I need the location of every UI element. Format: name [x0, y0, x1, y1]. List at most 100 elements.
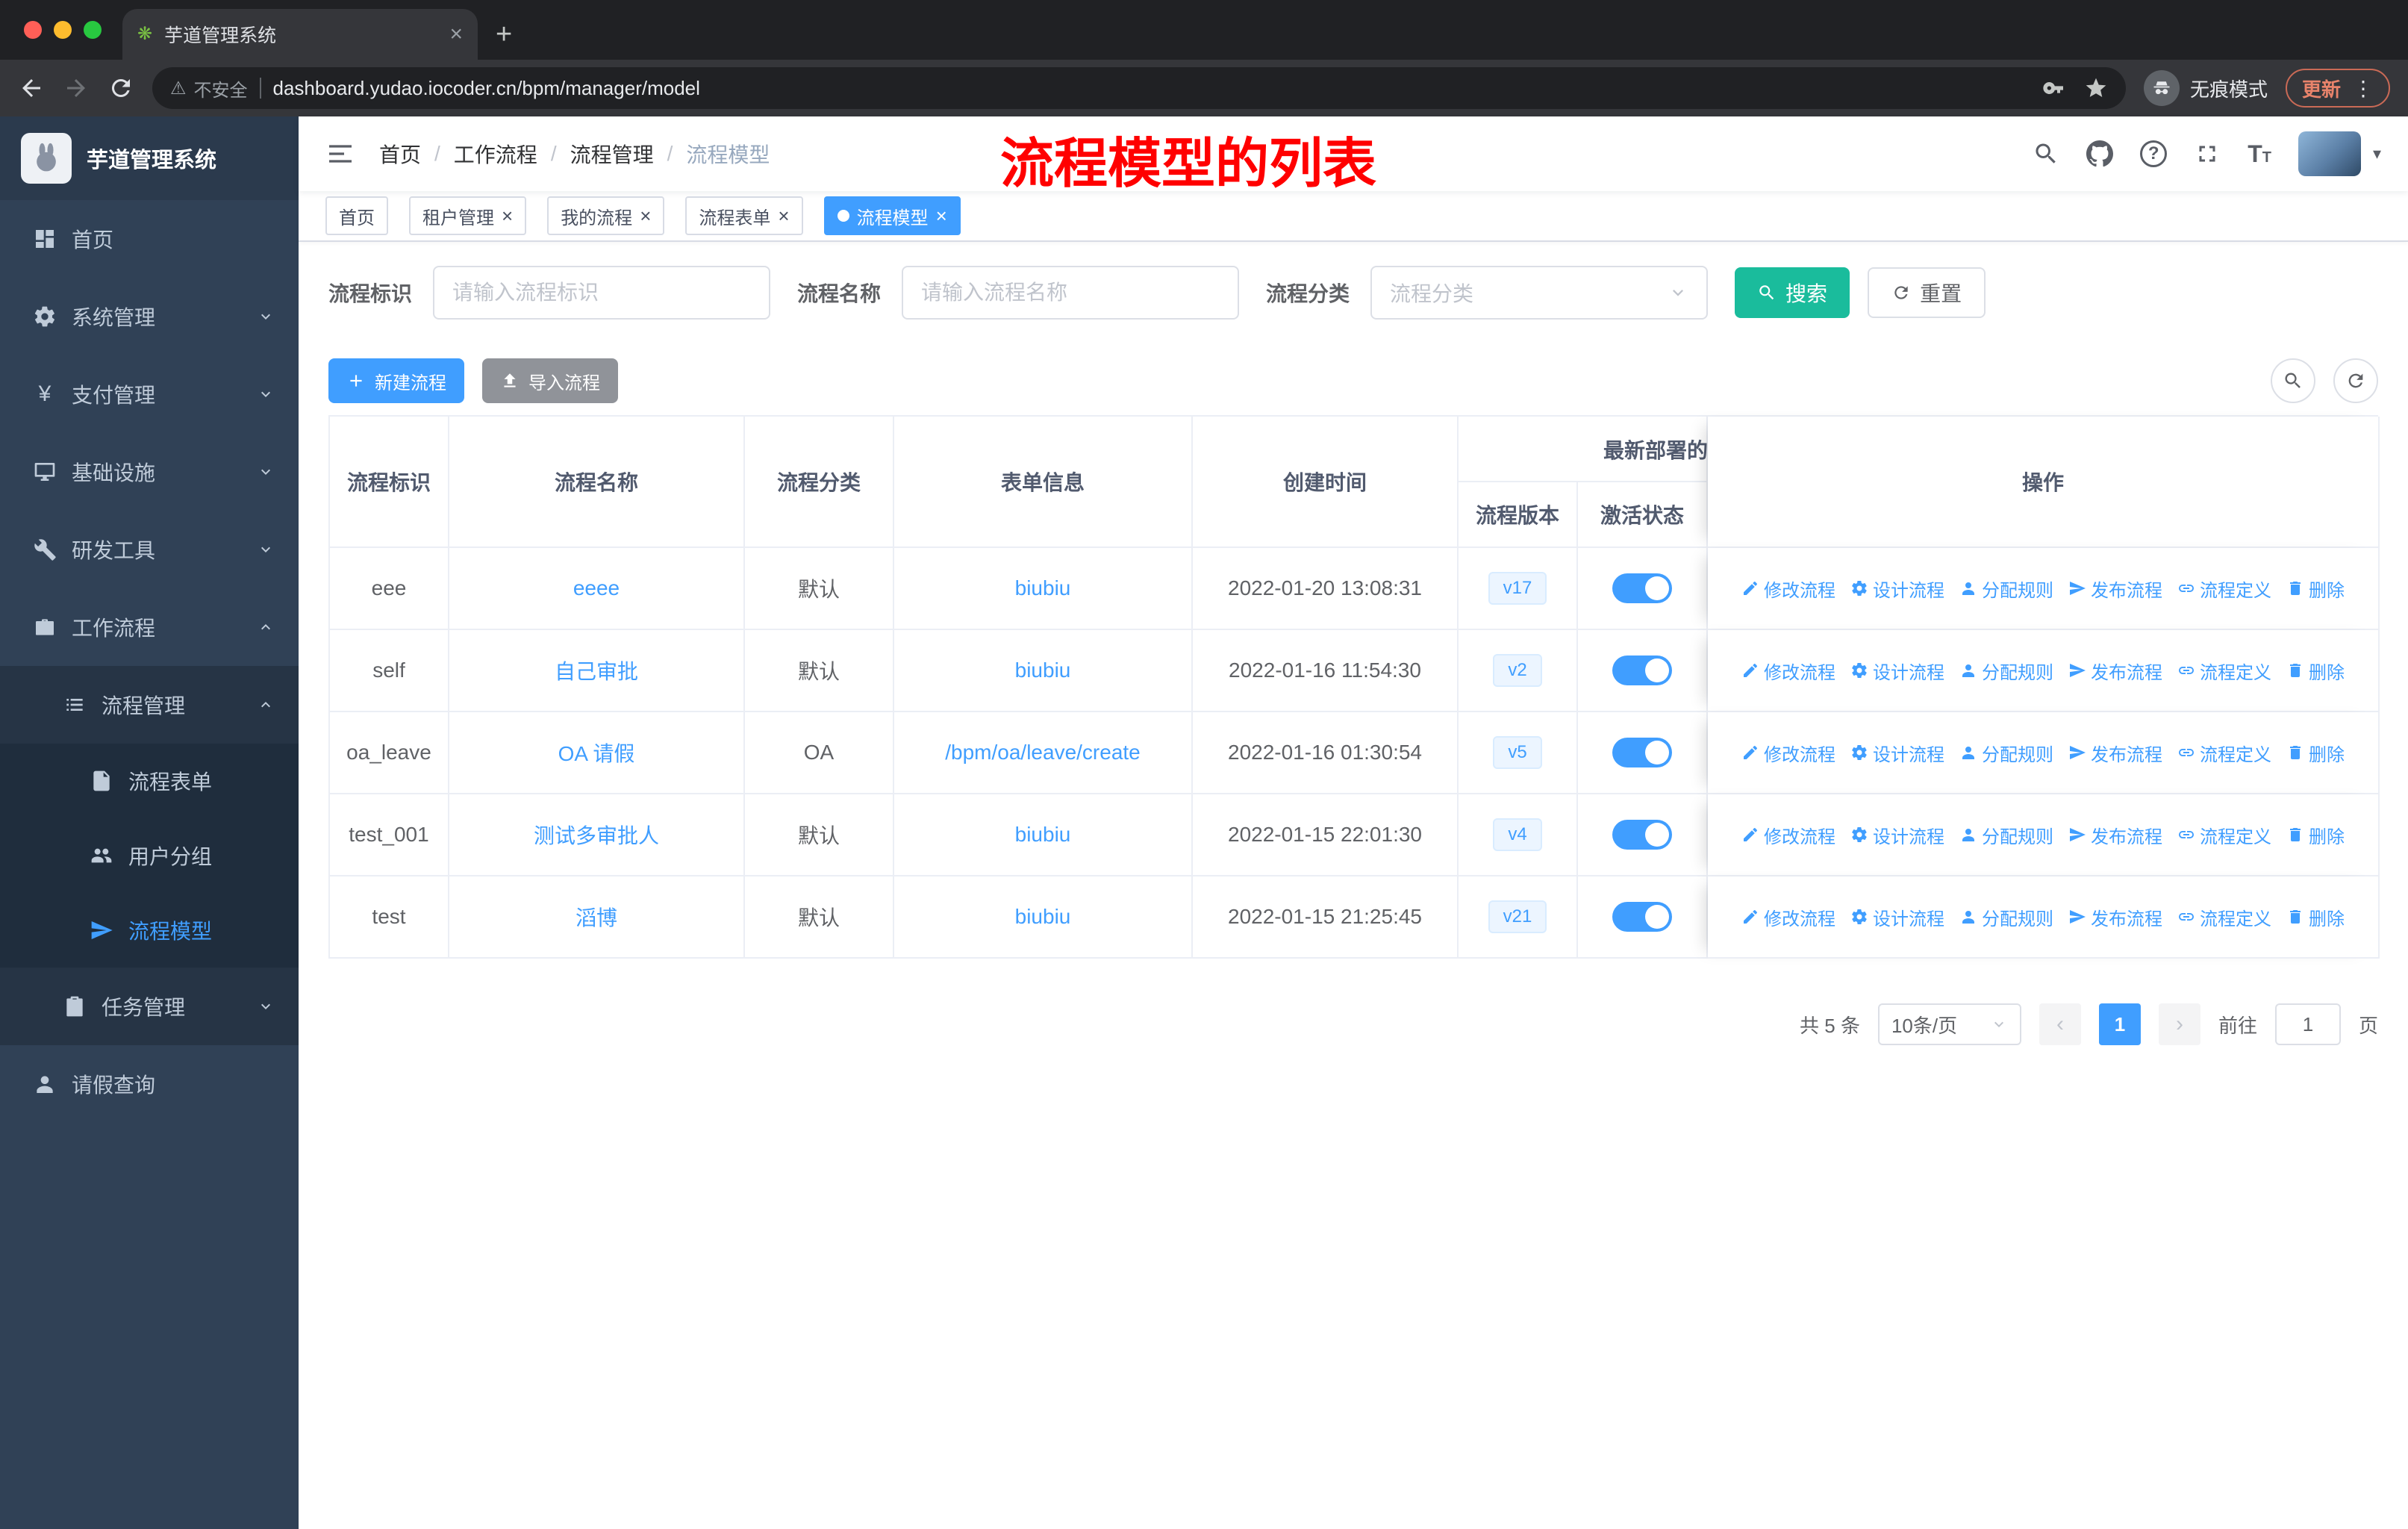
publish-process-link[interactable]: 发布流程 [2068, 822, 2162, 848]
sidebar-item-process-management[interactable]: 流程管理 [0, 666, 299, 744]
prev-page-button[interactable]: ‹ [2039, 1003, 2081, 1045]
process-definition-link[interactable]: 流程定义 [2177, 576, 2271, 602]
design-process-link[interactable]: 设计流程 [1850, 658, 1944, 684]
hamburger-icon[interactable] [325, 139, 355, 169]
design-process-link[interactable]: 设计流程 [1850, 576, 1944, 602]
tag-tenant[interactable]: 租户管理 × [409, 196, 527, 235]
process-definition-link[interactable]: 流程定义 [2177, 822, 2271, 848]
goto-page-input[interactable] [2274, 1003, 2341, 1045]
process-definition-link[interactable]: 流程定义 [2177, 740, 2271, 766]
search-icon[interactable] [2033, 140, 2059, 167]
sidebar-item-user-group[interactable]: 用户分组 [0, 818, 299, 893]
sidebar-item-task-management[interactable]: 任务管理 [0, 968, 299, 1045]
assign-rule-link[interactable]: 分配规则 [1959, 822, 2053, 848]
next-page-button[interactable]: › [2158, 1003, 2200, 1045]
publish-process-link[interactable]: 发布流程 [2068, 576, 2162, 602]
browser-update-button[interactable]: 更新 ⋮ [2285, 69, 2390, 108]
search-button[interactable]: 搜索 [1735, 267, 1850, 318]
design-process-link[interactable]: 设计流程 [1850, 822, 1944, 848]
process-name-link[interactable]: eeee [573, 576, 620, 600]
page-size-select[interactable]: 10条/页 [1877, 1003, 2021, 1045]
sidebar-item-workflow[interactable]: 工作流程 [0, 588, 299, 666]
publish-process-link[interactable]: 发布流程 [2068, 740, 2162, 766]
tag-process-form[interactable]: 流程表单 × [685, 196, 803, 235]
process-name-link[interactable]: 测试多审批人 [534, 820, 659, 850]
bookmark-star-icon[interactable] [2084, 76, 2108, 100]
import-process-button[interactable]: 导入流程 [482, 358, 618, 403]
tag-close-icon[interactable]: × [502, 205, 513, 228]
process-name-link[interactable]: 自己审批 [555, 655, 638, 685]
new-tab-button[interactable]: + [496, 19, 512, 51]
browser-menu-icon[interactable]: ⋮ [2353, 76, 2374, 101]
active-toggle[interactable] [1612, 902, 1672, 932]
breadcrumb-item[interactable]: 首页 [379, 139, 421, 169]
sidebar-item-process-form[interactable]: 流程表单 [0, 744, 299, 818]
address-bar[interactable]: ⚠ 不安全 dashboard.yudao.iocoder.cn/bpm/man… [152, 67, 2126, 109]
process-id-input[interactable] [433, 266, 771, 320]
form-info-link[interactable]: biubiu [1015, 658, 1071, 682]
form-info-link[interactable]: biubiu [1015, 823, 1071, 847]
sidebar-item-leave-query[interactable]: 请假查询 [0, 1045, 299, 1123]
forward-icon[interactable] [63, 75, 90, 102]
page-1-button[interactable]: 1 [2098, 1003, 2141, 1045]
process-category-select[interactable]: 流程分类 [1370, 266, 1709, 320]
delete-link[interactable]: 删除 [2286, 904, 2345, 930]
create-process-button[interactable]: 新建流程 [328, 358, 464, 403]
tag-close-icon[interactable]: × [640, 205, 651, 228]
tag-my-process[interactable]: 我的流程 × [547, 196, 665, 235]
publish-process-link[interactable]: 发布流程 [2068, 658, 2162, 684]
browser-tab[interactable]: ❋ 芋道管理系统 × [122, 9, 478, 60]
sidebar-item-devtools[interactable]: 研发工具 [0, 511, 299, 588]
toggle-search-button[interactable] [2271, 358, 2315, 403]
process-name-link[interactable]: 滔博 [576, 902, 617, 932]
modify-process-link[interactable]: 修改流程 [1741, 658, 1835, 684]
design-process-link[interactable]: 设计流程 [1850, 904, 1944, 930]
tag-close-icon[interactable]: × [936, 205, 947, 228]
active-toggle[interactable] [1612, 655, 1672, 685]
refresh-table-button[interactable] [2333, 358, 2378, 403]
assign-rule-link[interactable]: 分配规则 [1959, 904, 2053, 930]
sidebar-item-infrastructure[interactable]: 基础设施 [0, 433, 299, 511]
breadcrumb-item[interactable]: 工作流程 [454, 139, 537, 169]
delete-link[interactable]: 删除 [2286, 822, 2345, 848]
reload-icon[interactable] [107, 75, 134, 102]
sidebar-item-process-model[interactable]: 流程模型 [0, 893, 299, 968]
process-definition-link[interactable]: 流程定义 [2177, 904, 2271, 930]
version-badge[interactable]: v4 [1493, 818, 1542, 851]
delete-link[interactable]: 删除 [2286, 658, 2345, 684]
zoom-window-button[interactable] [84, 21, 102, 39]
font-size-icon[interactable]: TT [2248, 142, 2271, 166]
active-toggle[interactable] [1612, 738, 1672, 767]
modify-process-link[interactable]: 修改流程 [1741, 740, 1835, 766]
modify-process-link[interactable]: 修改流程 [1741, 904, 1835, 930]
fullscreen-icon[interactable] [2194, 140, 2221, 167]
tab-close-icon[interactable]: × [449, 22, 463, 47]
tag-process-model[interactable]: 流程模型 × [823, 196, 961, 235]
sidebar-item-system[interactable]: 系统管理 [0, 278, 299, 355]
back-icon[interactable] [18, 75, 45, 102]
version-badge[interactable]: v17 [1488, 572, 1547, 605]
breadcrumb-item[interactable]: 流程管理 [570, 139, 654, 169]
form-info-link[interactable]: biubiu [1015, 905, 1071, 929]
github-icon[interactable] [2086, 140, 2113, 167]
form-info-link[interactable]: biubiu [1015, 576, 1071, 600]
tag-home[interactable]: 首页 [325, 196, 388, 235]
active-toggle[interactable] [1612, 820, 1672, 850]
close-window-button[interactable] [24, 21, 42, 39]
publish-process-link[interactable]: 发布流程 [2068, 904, 2162, 930]
assign-rule-link[interactable]: 分配规则 [1959, 740, 2053, 766]
version-badge[interactable]: v21 [1488, 900, 1547, 933]
form-info-link[interactable]: /bpm/oa/leave/create [945, 741, 1141, 764]
process-definition-link[interactable]: 流程定义 [2177, 658, 2271, 684]
minimize-window-button[interactable] [54, 21, 72, 39]
modify-process-link[interactable]: 修改流程 [1741, 822, 1835, 848]
active-toggle[interactable] [1612, 573, 1672, 603]
security-status[interactable]: ⚠ 不安全 [170, 75, 248, 102]
process-name-link[interactable]: OA 请假 [558, 738, 635, 767]
delete-link[interactable]: 删除 [2286, 740, 2345, 766]
version-badge[interactable]: v5 [1493, 736, 1542, 769]
delete-link[interactable]: 删除 [2286, 576, 2345, 602]
version-badge[interactable]: v2 [1493, 654, 1542, 687]
assign-rule-link[interactable]: 分配规则 [1959, 658, 2053, 684]
reset-button[interactable]: 重置 [1868, 267, 1986, 318]
